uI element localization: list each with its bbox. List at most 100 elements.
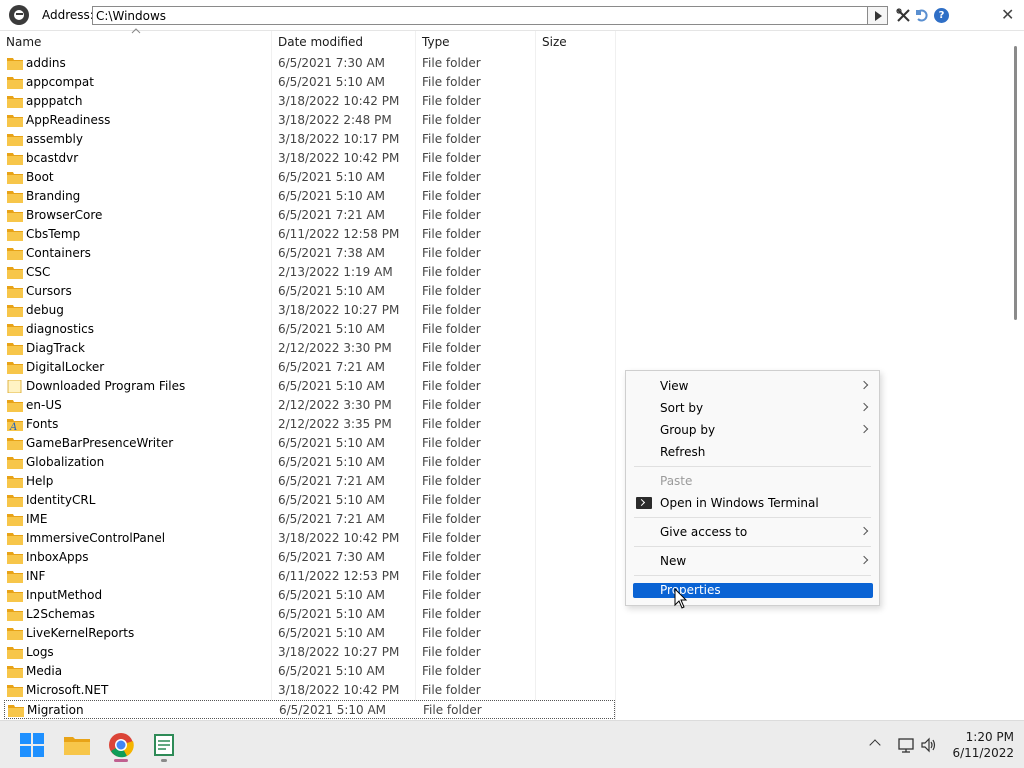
menu-item-properties[interactable]: Properties <box>633 583 873 598</box>
clock-time: 1:20 PM <box>965 730 1014 744</box>
file-type: File folder <box>422 474 481 488</box>
file-row[interactable]: L2Schemas 6/5/2021 5:10 AM File folder <box>4 605 615 624</box>
file-row[interactable]: CSC 2/13/2022 1:19 AM File folder <box>4 263 615 282</box>
context-menu: View Sort by Group by Refresh Paste Open… <box>625 370 880 606</box>
taskbar: 1:20 PM 6/11/2022 <box>0 720 1024 768</box>
file-row[interactable]: A Fonts 2/12/2022 3:35 PM File folder <box>4 415 615 434</box>
file-row[interactable]: GameBarPresenceWriter 6/5/2021 5:10 AM Fil… <box>4 434 615 453</box>
file-row[interactable]: AppReadiness 3/18/2022 2:48 PM File folder <box>4 111 615 130</box>
file-row[interactable]: ImmersiveControlPanel 3/18/2022 10:42 PM F… <box>4 529 615 548</box>
taskbar-chrome[interactable] <box>103 727 139 763</box>
taskbar-notepad[interactable] <box>146 727 182 763</box>
file-type: File folder <box>422 626 481 640</box>
file-row[interactable]: CbsTemp 6/11/2022 12:58 PM File folder <box>4 225 615 244</box>
help-icon[interactable]: ? <box>934 8 949 23</box>
column-header-name[interactable]: Name <box>0 31 272 53</box>
file-type: File folder <box>422 455 481 469</box>
vertical-scrollbar[interactable] <box>1014 46 1017 320</box>
address-input[interactable] <box>92 6 868 25</box>
folder-icon <box>7 77 23 89</box>
file-row[interactable]: IdentityCRL 6/5/2021 5:10 AM File folder <box>4 491 615 510</box>
menu-item-open-terminal[interactable]: Open in Windows Terminal <box>626 492 879 514</box>
file-type: File folder <box>422 398 481 412</box>
file-row[interactable]: Downloaded Program Files 6/5/2021 5:10 AM… <box>4 377 615 396</box>
file-row[interactable]: Boot 6/5/2021 5:10 AM File folder <box>4 168 615 187</box>
address-label: Address: <box>42 8 94 22</box>
file-row[interactable]: InputMethod 6/5/2021 5:10 AM File folder <box>4 586 615 605</box>
file-row[interactable]: apppatch 3/18/2022 10:42 PM File folder <box>4 92 615 111</box>
folder-icon <box>7 533 23 545</box>
file-row[interactable]: Microsoft.NET 3/18/2022 10:42 PM File fold… <box>4 681 615 700</box>
file-explorer-window: Address: ? ✕ Name Date modified Type Siz… <box>0 0 1024 768</box>
volume-icon[interactable] <box>920 737 938 753</box>
menu-item-label: New <box>660 554 687 568</box>
taskbar-file-explorer[interactable] <box>59 727 95 763</box>
folder-icon <box>7 647 23 659</box>
menu-item-new[interactable]: New <box>626 550 879 572</box>
menu-item-give-access[interactable]: Give access to <box>626 521 879 543</box>
close-icon[interactable]: ✕ <box>1001 6 1015 24</box>
menu-item-group-by[interactable]: Group by <box>626 419 879 441</box>
file-row[interactable]: IME 6/5/2021 7:21 AM File folder <box>4 510 615 529</box>
file-row[interactable]: Help 6/5/2021 7:21 AM File folder <box>4 472 615 491</box>
file-row[interactable]: Media 6/5/2021 5:10 AM File folder <box>4 662 615 681</box>
mouse-cursor-icon <box>674 588 688 609</box>
file-row[interactable]: appcompat 6/5/2021 5:10 AM File folder <box>4 73 615 92</box>
file-date: 6/5/2021 5:10 AM <box>278 436 386 450</box>
file-date: 6/5/2021 5:10 AM <box>278 379 386 393</box>
file-row[interactable]: debug 3/18/2022 10:27 PM File folder <box>4 301 615 320</box>
go-button[interactable] <box>868 6 888 25</box>
file-type: File folder <box>422 322 481 336</box>
tools-icon[interactable] <box>896 8 911 23</box>
file-row[interactable]: DigitalLocker 6/5/2021 7:21 AM File folder <box>4 358 615 377</box>
folder-icon <box>7 172 23 184</box>
file-date: 6/5/2021 5:10 AM <box>278 588 386 602</box>
menu-separator <box>634 546 871 547</box>
file-date: 2/13/2022 1:19 AM <box>278 265 393 279</box>
file-date: 3/18/2022 10:42 PM <box>278 683 400 697</box>
file-row[interactable]: Logs 3/18/2022 10:27 PM File folder <box>4 643 615 662</box>
menu-separator <box>634 466 871 467</box>
network-icon[interactable] <box>897 737 915 753</box>
system-clock[interactable]: 1:20 PM 6/11/2022 <box>940 729 1014 761</box>
menu-item-refresh[interactable]: Refresh <box>626 441 879 463</box>
folder-icon <box>7 571 23 583</box>
file-row[interactable]: Globalization 6/5/2021 5:10 AM File folder <box>4 453 615 472</box>
file-row[interactable]: Cursors 6/5/2021 5:10 AM File folder <box>4 282 615 301</box>
file-row[interactable]: InboxApps 6/5/2021 7:30 AM File folder <box>4 548 615 567</box>
file-name: appcompat <box>26 75 94 89</box>
file-row[interactable]: addins 6/5/2021 7:30 AM File folder <box>4 54 615 73</box>
file-row[interactable]: assembly 3/18/2022 10:17 PM File folder <box>4 130 615 149</box>
file-date: 6/5/2021 5:10 AM <box>278 189 386 203</box>
column-divider <box>615 31 616 720</box>
refresh-icon[interactable] <box>915 8 930 23</box>
folder-icon <box>7 286 23 298</box>
column-header-size[interactable]: Size <box>536 31 616 53</box>
menu-item-view[interactable]: View <box>626 375 879 397</box>
file-row[interactable]: en-US 2/12/2022 3:30 PM File folder <box>4 396 615 415</box>
column-header-date[interactable]: Date modified <box>272 31 416 53</box>
file-name: Globalization <box>26 455 105 469</box>
file-row[interactable]: BrowserCore 6/5/2021 7:21 AM File folder <box>4 206 615 225</box>
file-row[interactable]: Containers 6/5/2021 7:38 AM File folder <box>4 244 615 263</box>
start-button[interactable] <box>14 727 50 763</box>
file-date: 6/5/2021 5:10 AM <box>278 170 386 184</box>
file-date: 3/18/2022 10:42 PM <box>278 151 400 165</box>
file-row[interactable]: LiveKernelReports 6/5/2021 5:10 AM File fo… <box>4 624 615 643</box>
menu-item-sort-by[interactable]: Sort by <box>626 397 879 419</box>
file-name: Help <box>26 474 54 488</box>
folder-icon <box>7 590 23 602</box>
file-date: 6/5/2021 5:10 AM <box>278 322 386 336</box>
column-header-type[interactable]: Type <box>416 31 536 53</box>
file-row[interactable]: diagnostics 6/5/2021 5:10 AM File folder <box>4 320 615 339</box>
file-type: File folder <box>422 379 481 393</box>
file-name: Logs <box>26 645 54 659</box>
file-row[interactable]: bcastdvr 3/18/2022 10:42 PM File folder <box>4 149 615 168</box>
file-row[interactable]: Migration 6/5/2021 5:10 AM File folder <box>4 700 615 719</box>
file-row[interactable]: DiagTrack 2/12/2022 3:30 PM File folder <box>4 339 615 358</box>
show-hidden-icons-chevron-icon[interactable] <box>869 739 881 751</box>
file-name: en-US <box>26 398 62 412</box>
file-row[interactable]: Branding 6/5/2021 5:10 AM File folder <box>4 187 615 206</box>
file-row[interactable]: INF 6/11/2022 12:53 PM File folder <box>4 567 615 586</box>
menu-item-label: View <box>660 379 689 393</box>
